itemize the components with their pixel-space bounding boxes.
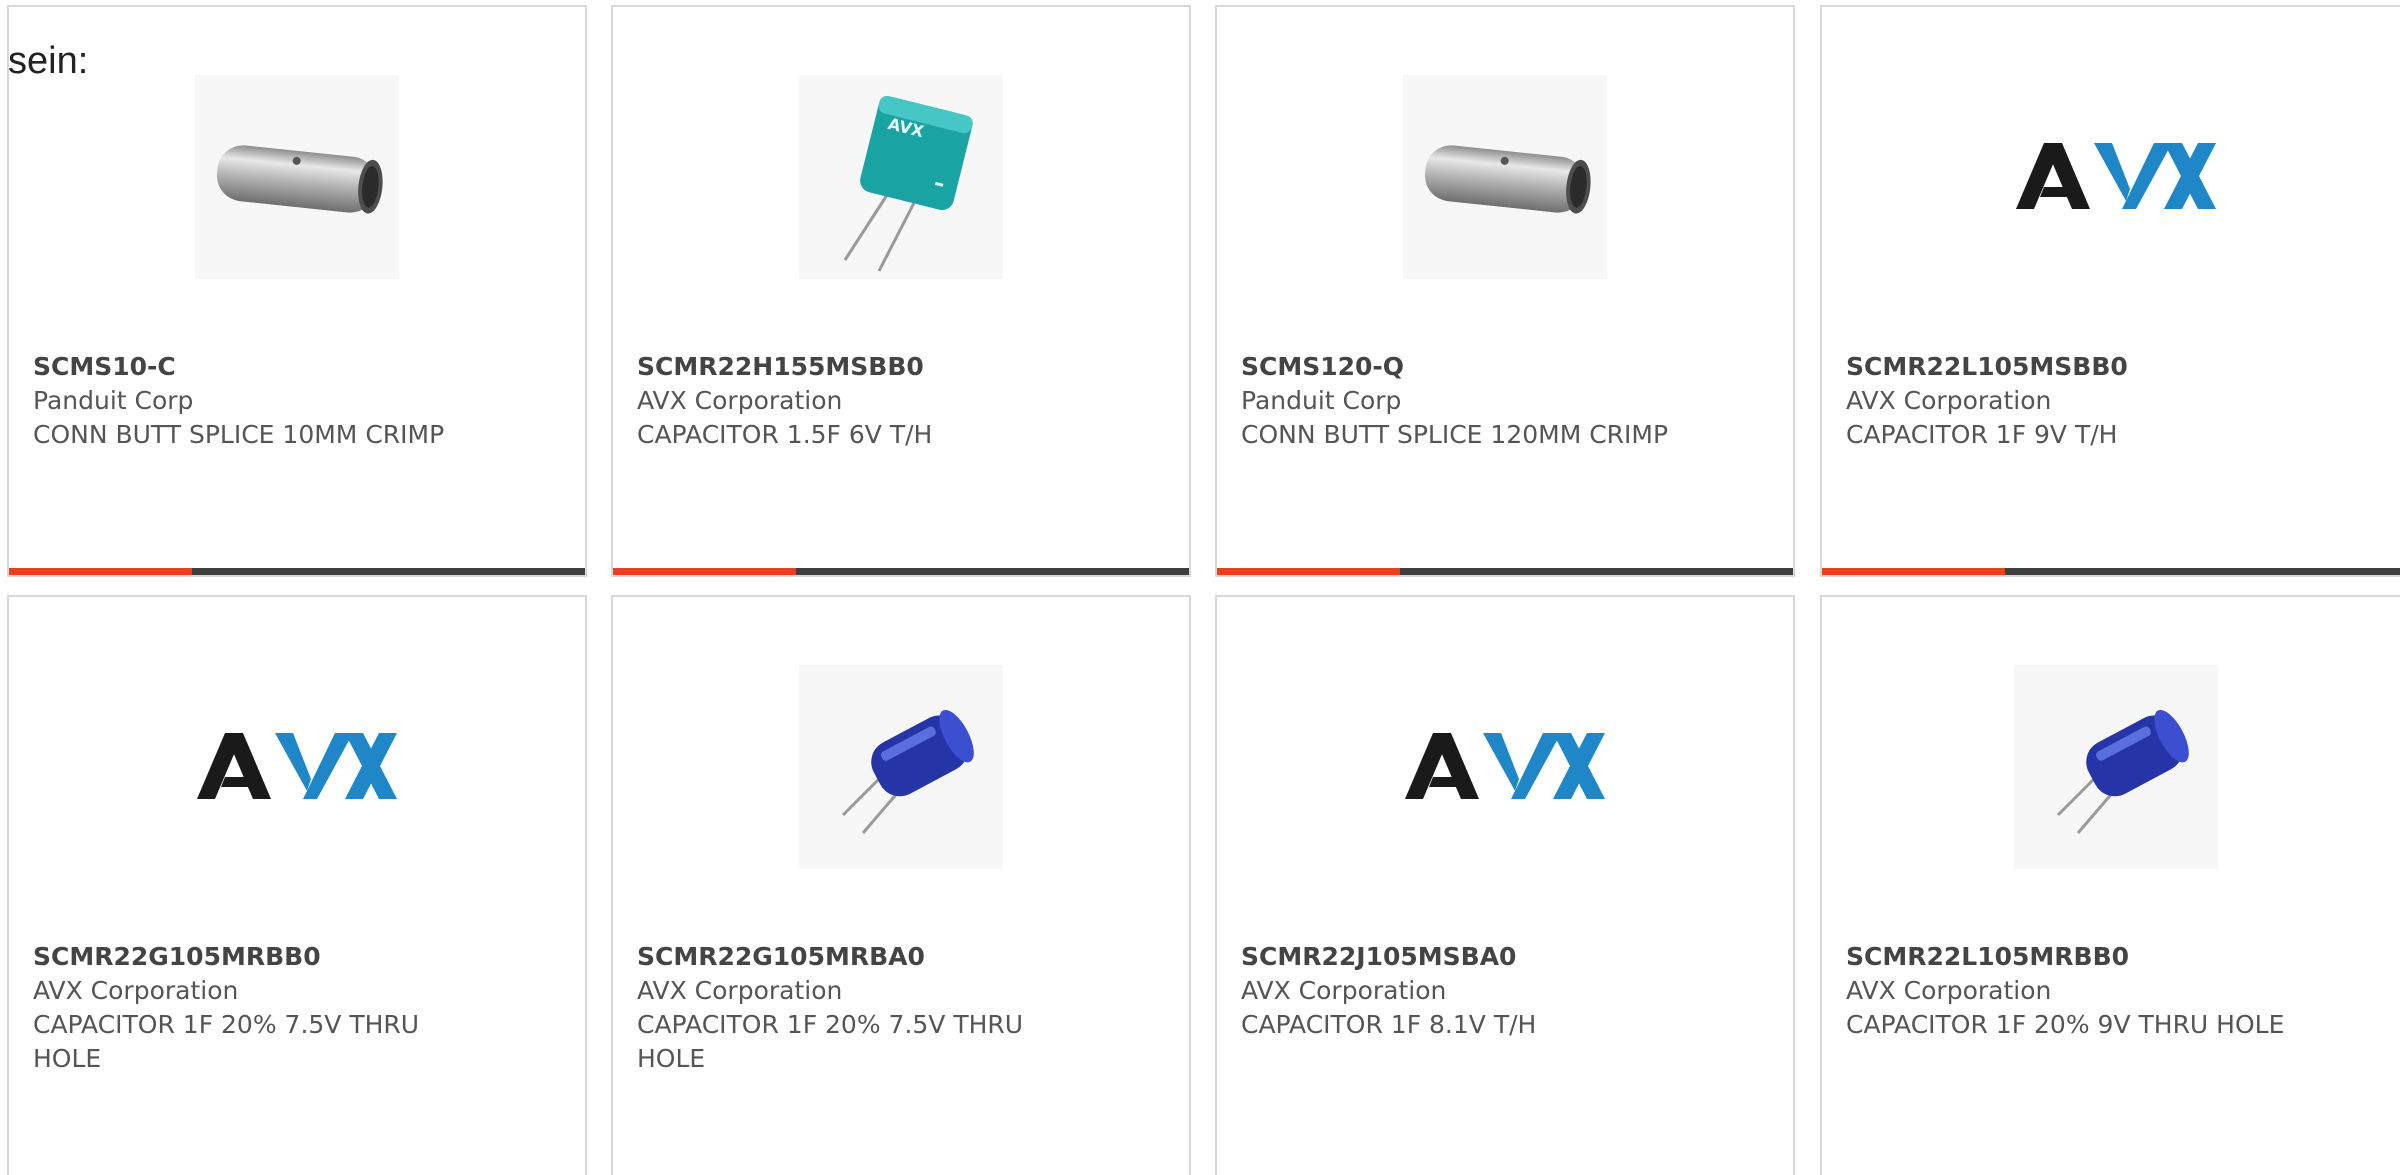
description: CAPACITOR 1F 20% 7.5V THRU HOLE [637,1010,1024,1073]
manufacturer: AVX Corporation [1846,976,2052,1005]
intro-text: sein: [8,40,89,82]
part-number[interactable]: SCMR22G105MRBA0 [637,940,1097,974]
product-image[interactable] [1403,665,1607,869]
part-number[interactable]: SCMR22H155MSBB0 [637,350,1097,384]
product-card[interactable]: SCMR22J105MSBA0 AVX Corporation CAPACITO… [1215,595,1795,1175]
part-number[interactable]: SCMS10-C [33,350,493,384]
card-bottom-bar [9,568,585,575]
part-number[interactable]: SCMR22J105MSBA0 [1241,940,1701,974]
manufacturer: AVX Corporation [1846,386,2052,415]
card-bottom-bar [1822,568,2400,575]
blue-capacitor-image [2056,709,2189,834]
product-image[interactable] [2014,75,2218,279]
part-number[interactable]: SCMR22L105MSBB0 [1846,350,2306,384]
part-number[interactable]: SCMR22G105MRBB0 [33,940,493,974]
description: CAPACITOR 1F 20% 9V THRU HOLE [1846,1010,2285,1039]
manufacturer: Panduit Corp [33,386,194,415]
product-image[interactable] [195,665,399,869]
part-number[interactable]: SCMS120-Q [1241,350,1701,384]
avx-logo-icon [1405,733,1605,799]
product-card[interactable]: SCMS120-Q Panduit Corp CONN BUTT SPLICE … [1215,5,1795,577]
product-card[interactable]: SCMR22L105MSBB0 AVX Corporation CAPACITO… [1820,5,2400,577]
product-card[interactable]: SCMS10-C Panduit Corp CONN BUTT SPLICE 1… [7,5,587,577]
accent-bar [1822,568,2005,575]
product-image[interactable] [195,75,399,279]
product-image[interactable] [799,665,1003,869]
accent-bar [9,568,192,575]
product-image[interactable] [2014,665,2218,869]
manufacturer: Panduit Corp [1241,386,1402,415]
manufacturer: AVX Corporation [33,976,239,1005]
product-image[interactable] [1403,75,1607,279]
blue-capacitor-image [841,709,974,834]
manufacturer: AVX Corporation [1241,976,1447,1005]
butt-splice-image [1424,145,1591,214]
description: CAPACITOR 1F 8.1V T/H [1241,1010,1537,1039]
manufacturer: AVX Corporation [637,386,843,415]
card-bottom-bar [1217,568,1793,575]
manufacturer: AVX Corporation [637,976,843,1005]
accent-bar [1217,568,1400,575]
product-card[interactable]: SCMR22G105MRBB0 AVX Corporation CAPACITO… [7,595,587,1175]
card-bottom-bar [613,568,1189,575]
product-card[interactable]: AVX SCMR22H155MSBB0 AVX Corporation CAPA… [611,5,1191,577]
butt-splice-image [216,145,383,214]
teal-capacitor-image: AVX [843,95,973,272]
product-image[interactable]: AVX [799,75,1003,279]
description: CAPACITOR 1.5F 6V T/H [637,420,933,449]
product-card[interactable]: SCMR22L105MRBB0 AVX Corporation CAPACITO… [1820,595,2400,1175]
description: CAPACITOR 1F 9V T/H [1846,420,2118,449]
accent-bar [613,568,796,575]
avx-logo-icon [2016,143,2216,209]
description: CONN BUTT SPLICE 10MM CRIMP [33,420,445,449]
description: CONN BUTT SPLICE 120MM CRIMP [1241,420,1669,449]
product-card[interactable]: SCMR22G105MRBA0 AVX Corporation CAPACITO… [611,595,1191,1175]
part-number[interactable]: SCMR22L105MRBB0 [1846,940,2306,974]
product-grid: SCMS10-C Panduit Corp CONN BUTT SPLICE 1… [7,5,2400,1175]
avx-logo-icon [197,733,397,799]
description: CAPACITOR 1F 20% 7.5V THRU HOLE [33,1010,420,1073]
